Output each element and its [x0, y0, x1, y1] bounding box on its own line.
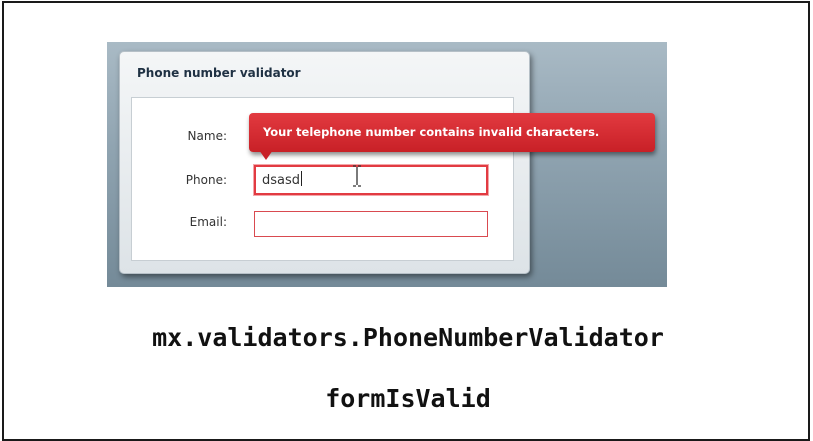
phone-label: Phone: [185, 173, 227, 187]
ibeam-cursor-icon [353, 165, 361, 187]
validator-panel: Phone number validator Name: Phone: Emai… [119, 51, 530, 274]
error-tooltip: Your telephone number contains invalid c… [249, 113, 655, 152]
class-name-caption: mx.validators.PhoneNumberValidator [152, 323, 664, 352]
email-input[interactable] [254, 211, 488, 237]
phone-input[interactable]: dsasd [254, 165, 488, 195]
panel-title: Phone number validator [137, 66, 301, 80]
name-label: Name: [187, 129, 227, 143]
email-label: Email: [189, 215, 227, 229]
phone-input-value: dsasd [262, 173, 301, 188]
text-caret [301, 171, 303, 186]
app-screenshot-area: Phone number validator Name: Phone: Emai… [107, 42, 667, 287]
error-tooltip-arrow [259, 150, 273, 160]
figure-frame: Phone number validator Name: Phone: Emai… [2, 1, 810, 441]
method-name-caption: formIsValid [325, 384, 491, 413]
